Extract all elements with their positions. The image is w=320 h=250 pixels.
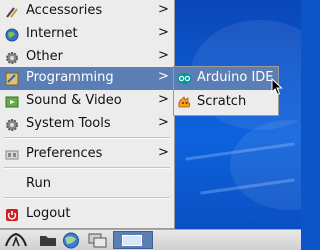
active-window-button[interactable] xyxy=(113,231,153,249)
menu-item-internet[interactable]: Internet > xyxy=(0,23,174,46)
preferences-icon xyxy=(5,150,19,160)
menu-item-sound-video[interactable]: Sound & Video > xyxy=(0,90,174,113)
menu-item-logout[interactable]: Logout xyxy=(0,203,174,226)
menu-item-label: Preferences xyxy=(26,146,103,161)
submenu-item-arduino-ide[interactable]: Arduino IDE xyxy=(174,67,278,90)
menu-item-preferences[interactable]: Preferences > xyxy=(0,143,174,166)
submenu-item-label: Scratch xyxy=(197,94,247,109)
chevron-right-icon: > xyxy=(158,2,169,17)
menu-item-label: Logout xyxy=(26,206,71,221)
chevron-right-icon: > xyxy=(158,25,169,40)
submenu-item-scratch[interactable]: Scratch xyxy=(174,91,278,114)
applications-menu: Accessories > Internet > Other > Program… xyxy=(0,0,175,229)
submenu-item-label: Arduino IDE xyxy=(197,70,274,85)
menu-item-label: System Tools xyxy=(26,116,111,131)
menu-item-label: Internet xyxy=(26,26,78,41)
menu-item-label: Accessories xyxy=(26,3,103,18)
menu-item-label: Other xyxy=(26,49,63,64)
menu-separator xyxy=(4,167,170,169)
programming-icon xyxy=(5,72,19,86)
taskbar xyxy=(0,229,301,250)
active-window-icon xyxy=(122,235,142,246)
wallpaper-shape xyxy=(230,120,301,210)
menu-item-programming[interactable]: Programming > xyxy=(0,67,174,90)
chevron-right-icon: > xyxy=(158,115,169,130)
menu-item-label: Run xyxy=(26,176,51,191)
menu-item-label: Programming xyxy=(26,70,114,85)
chevron-right-icon: > xyxy=(158,48,169,63)
arduino-icon xyxy=(177,73,192,84)
chevron-right-icon: > xyxy=(158,69,169,84)
menu-item-other[interactable]: Other > xyxy=(0,46,174,69)
gear-icon xyxy=(6,119,18,131)
chevron-right-icon: > xyxy=(158,92,169,107)
file-manager-icon[interactable] xyxy=(38,232,58,249)
menu-separator xyxy=(4,137,170,139)
raspberry-menu-icon[interactable] xyxy=(3,232,29,249)
menu-item-run[interactable]: Run xyxy=(0,173,174,196)
mouse-cursor-icon xyxy=(271,78,283,96)
menu-item-label: Sound & Video xyxy=(26,93,122,108)
logout-icon xyxy=(6,209,18,221)
accessories-icon xyxy=(6,7,18,18)
globe-icon xyxy=(5,28,19,42)
menu-item-accessories[interactable]: Accessories > xyxy=(0,0,174,23)
gear-icon xyxy=(6,52,18,64)
chevron-right-icon: > xyxy=(158,145,169,160)
programming-submenu: Arduino IDE Scratch xyxy=(173,66,279,116)
multimedia-icon xyxy=(5,96,19,108)
window-switch-icon[interactable] xyxy=(87,232,109,249)
menu-item-system-tools[interactable]: System Tools > xyxy=(0,113,174,136)
scratch-icon xyxy=(178,96,191,108)
menu-separator xyxy=(4,197,170,199)
browser-icon[interactable] xyxy=(61,232,81,249)
